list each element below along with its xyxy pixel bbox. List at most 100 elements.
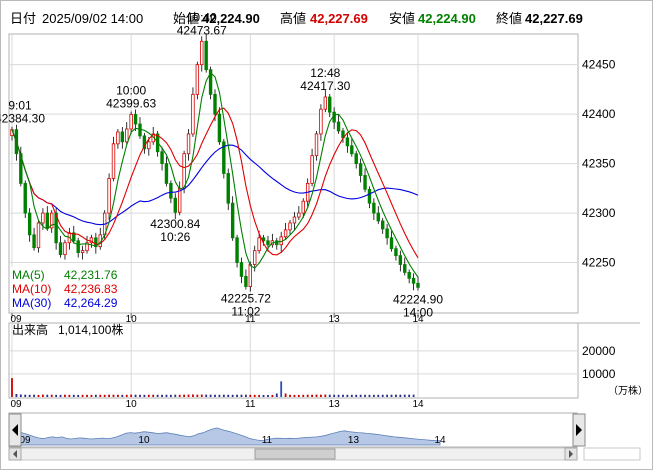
candle-body (186, 133, 191, 155)
volume-x-axis: 09 10 11 13 14 (10, 399, 424, 410)
volume-bar (86, 394, 88, 397)
volume-bar (311, 394, 313, 397)
volume-bar (81, 394, 84, 397)
candle-body (169, 182, 173, 199)
navigator-x-tick-label: 10 (138, 435, 150, 446)
stock-chart-canvas: 日付 2025/09/02 14:00 始値 42,224.90 高値 42,2… (0, 10, 648, 461)
volume-bar (200, 394, 203, 397)
volume-bar (33, 394, 35, 397)
price-y-tick-label: 42450 (582, 58, 616, 72)
candle-body (385, 228, 389, 239)
volume-bar (390, 394, 393, 397)
volume-bar (15, 394, 18, 397)
candle-body (200, 40, 204, 66)
volume-y-tick-label: 20000 (582, 344, 616, 358)
volume-bar (11, 378, 13, 397)
ma5-legend-label: MA(5) (12, 268, 45, 282)
annotation-value: 42225.72 (221, 292, 271, 306)
close-label: 終値 (496, 11, 522, 26)
volume-bar (134, 394, 137, 397)
price-y-tick-label: 42350 (582, 157, 616, 171)
candle-body (36, 222, 41, 249)
volume-bar (328, 394, 331, 397)
candle-body (310, 155, 314, 184)
price-y-tick-label: 42400 (582, 107, 616, 121)
low-label: 安値 (389, 11, 415, 26)
candle-body (147, 141, 151, 150)
volume-bar (275, 393, 278, 397)
candle-body (41, 212, 45, 224)
candle-body (297, 212, 301, 218)
candle-body (45, 212, 50, 229)
candle-body (354, 153, 358, 165)
candle-body (288, 222, 292, 231)
volume-bar (364, 394, 366, 397)
candle-body (164, 163, 169, 184)
candle-body (336, 121, 341, 132)
ma10-legend-value: 42,236.83 (64, 282, 118, 296)
volume-bar (68, 394, 71, 397)
candle-body (226, 173, 230, 204)
volume-bar (165, 394, 168, 397)
volume-bar (94, 394, 97, 397)
volume-y-tick-label: 10000 (582, 367, 616, 381)
volume-bar (130, 394, 133, 397)
volume-bar (324, 394, 327, 397)
volume-bar (59, 394, 62, 397)
volume-bar (161, 394, 163, 397)
volume-bar (271, 394, 274, 397)
annotation-time: 14:00 (403, 305, 433, 319)
volume-bar (280, 381, 283, 397)
volume-y-axis: 10000 20000 (582, 344, 616, 381)
volume-bar (214, 394, 216, 397)
volume-label: 出来高 (12, 322, 48, 337)
annotation-value: 42224.90 (393, 292, 443, 306)
candle-body (138, 123, 142, 137)
candle-body (230, 202, 235, 239)
low-value: 42,224.90 (418, 11, 476, 26)
candle-body (107, 178, 111, 214)
volume-bar (143, 394, 146, 397)
candle-body (217, 113, 222, 143)
volume-bar (90, 394, 93, 397)
ma30-line (11, 129, 419, 226)
volume-bar (28, 394, 31, 397)
candle-body (292, 216, 297, 224)
volume-bar (342, 394, 344, 397)
volume-bar (350, 394, 353, 397)
candle-body (389, 237, 394, 250)
volume-bar (55, 394, 58, 397)
candle-body (257, 237, 261, 252)
volume-bar (147, 394, 150, 397)
candle-body (23, 182, 27, 214)
candle-body (76, 240, 80, 254)
volume-bar (178, 394, 181, 397)
candle-body (376, 212, 380, 222)
candle-body (111, 143, 116, 179)
volume-bar (183, 394, 186, 397)
candle-body (319, 108, 323, 135)
candle-body (235, 237, 239, 263)
volume-bar (169, 394, 172, 397)
volume-bar (262, 394, 265, 397)
candle-body (177, 187, 182, 213)
close-value: 42,227.69 (525, 11, 583, 26)
volume-bar (253, 394, 256, 397)
candle-body (27, 212, 32, 236)
volume-bar (209, 394, 212, 397)
volume-x-tick-label: 10 (126, 399, 138, 410)
volume-bar (231, 394, 234, 397)
candle-body (32, 234, 36, 249)
scrollbar-thumb[interactable] (254, 448, 336, 460)
volume-bar (386, 394, 389, 397)
volume-bar (187, 394, 190, 397)
candle-body (416, 282, 420, 288)
candle-body (314, 133, 319, 157)
volume-bar (218, 394, 221, 397)
candle-body (328, 96, 332, 113)
annotation-value: 42473.67 (177, 23, 227, 37)
ma5-legend-value: 42,231.76 (64, 268, 118, 282)
candle-body (350, 145, 354, 155)
candle-body (63, 242, 67, 256)
candle-body (358, 163, 363, 176)
